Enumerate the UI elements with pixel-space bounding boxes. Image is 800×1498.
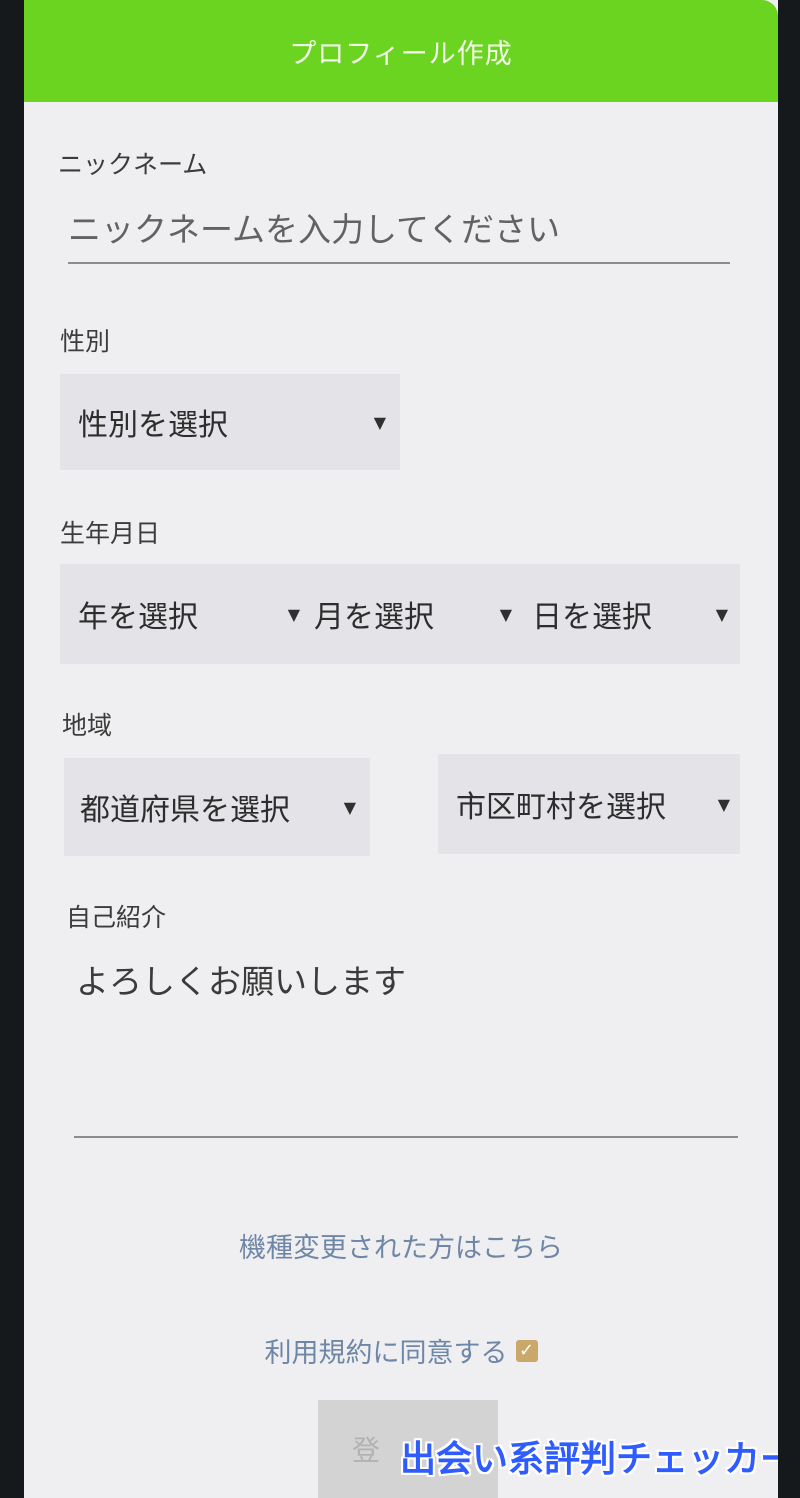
month-select[interactable]: 月を選択 ▼ <box>314 564 512 664</box>
intro-label: 自己紹介 <box>66 903 167 932</box>
device-bezel-left <box>0 0 24 1498</box>
month-select-value: 月を選択 <box>314 600 434 635</box>
day-select-value: 日を選択 <box>532 600 652 635</box>
device-change-link[interactable]: 機種変更された方はこちら <box>24 1226 778 1265</box>
chevron-down-icon: ▼ <box>717 794 730 814</box>
watermark-text: 出会い系評判チェッカー <box>400 1439 778 1480</box>
intro-textarea[interactable]: よろしくお願いします <box>76 955 406 1003</box>
page-title: プロフィール作成 <box>289 38 513 70</box>
intro-underline <box>74 1136 738 1138</box>
gender-select-value: 性別を選択 <box>78 408 228 443</box>
gender-label: 性別 <box>60 327 111 356</box>
terms-link[interactable]: 利用規約に同意する <box>265 1331 508 1370</box>
nickname-label: ニックネーム <box>58 150 208 179</box>
birthdate-select-group: 年を選択 ▼ 月を選択 ▼ 日を選択 ▼ <box>60 564 740 664</box>
profile-create-screen: プロフィール作成 ニックネーム 性別 性別を選択 ▼ 生年月日 年を選択 ▼ 月… <box>24 0 778 1498</box>
chevron-down-icon: ▼ <box>715 604 728 624</box>
terms-agree-row: 利用規約に同意する ✓ <box>24 1331 778 1370</box>
prefecture-select[interactable]: 都道府県を選択 ▼ <box>64 758 370 856</box>
check-icon: ✓ <box>518 1340 535 1361</box>
city-select[interactable]: 市区町村を選択 ▼ <box>438 754 740 854</box>
chevron-down-icon: ▼ <box>287 604 300 624</box>
chevron-down-icon: ▼ <box>499 604 512 624</box>
gender-select[interactable]: 性別を選択 ▼ <box>60 374 400 470</box>
year-select-value: 年を選択 <box>78 600 198 635</box>
day-select[interactable]: 日を選択 ▼ <box>532 564 728 664</box>
prefecture-select-value: 都道府県を選択 <box>80 793 290 828</box>
year-select[interactable]: 年を選択 ▼ <box>78 564 300 664</box>
birthdate-label: 生年月日 <box>60 519 161 548</box>
terms-checkbox[interactable]: ✓ <box>515 1339 538 1362</box>
nickname-input[interactable] <box>68 200 730 264</box>
app-header: プロフィール作成 <box>24 0 778 102</box>
device-bezel-right <box>778 0 800 1498</box>
city-select-value: 市区町村を選択 <box>456 790 666 825</box>
chevron-down-icon: ▼ <box>373 412 386 432</box>
chevron-down-icon: ▼ <box>343 797 356 817</box>
region-label: 地域 <box>62 711 113 740</box>
